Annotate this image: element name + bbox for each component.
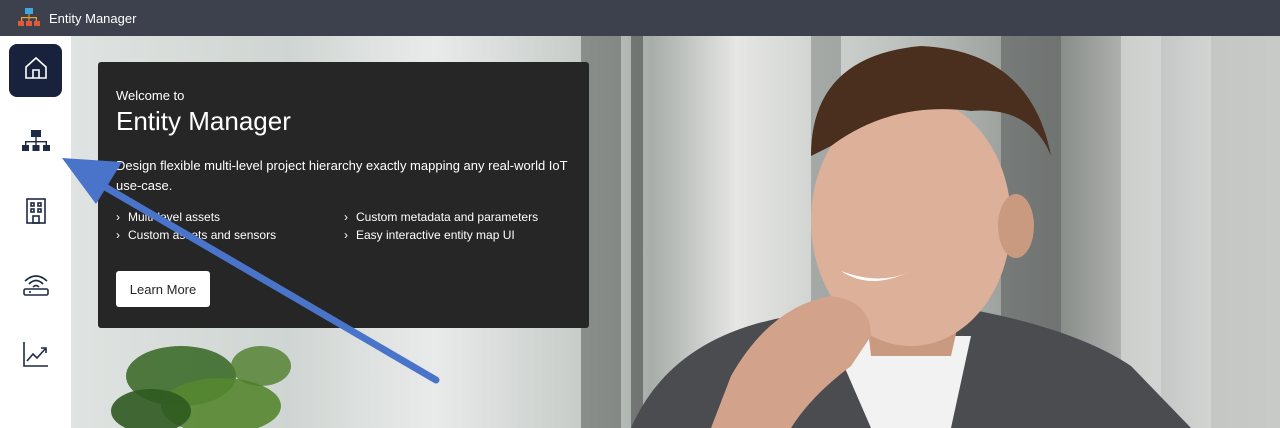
chevron-right-icon: ›: [344, 210, 348, 224]
feature-label: Custom metadata and parameters: [356, 210, 539, 224]
top-bar: Entity Manager: [0, 0, 1280, 36]
nav-entity-manager[interactable]: [9, 117, 62, 170]
router-icon: [22, 271, 50, 302]
feature-item: › Custom metadata and parameters: [344, 210, 538, 224]
sidebar: [0, 36, 71, 428]
feature-item: › Easy interactive entity map UI: [344, 228, 515, 242]
feature-item: › Custom assets and sensors: [116, 228, 276, 242]
building-icon: [23, 197, 49, 230]
feature-label: Custom assets and sensors: [128, 228, 277, 242]
nav-home[interactable]: [9, 44, 62, 97]
feature-label: Easy interactive entity map UI: [356, 228, 515, 242]
feature-label: Multi-level assets: [128, 210, 221, 224]
welcome-card: Welcome to Entity Manager Design flexibl…: [98, 62, 589, 328]
nav-buildings[interactable]: [9, 187, 62, 240]
feature-item: › Multi-level assets: [116, 210, 220, 224]
welcome-heading: Entity Manager: [116, 106, 291, 136]
hierarchy-icon: [21, 128, 50, 159]
chevron-right-icon: ›: [116, 228, 120, 242]
welcome-description: Design flexible multi-level project hier…: [116, 158, 568, 193]
nav-analytics[interactable]: [9, 330, 62, 383]
chevron-right-icon: ›: [116, 210, 120, 224]
nav-devices[interactable]: [9, 260, 62, 313]
app-title: Entity Manager: [49, 10, 137, 26]
chart-icon: [22, 340, 50, 373]
home-icon: [23, 55, 49, 86]
hierarchy-icon: [17, 7, 41, 29]
chevron-right-icon: ›: [344, 228, 348, 242]
learn-more-button[interactable]: Learn More: [116, 271, 210, 307]
welcome-label: Welcome to: [116, 88, 185, 103]
